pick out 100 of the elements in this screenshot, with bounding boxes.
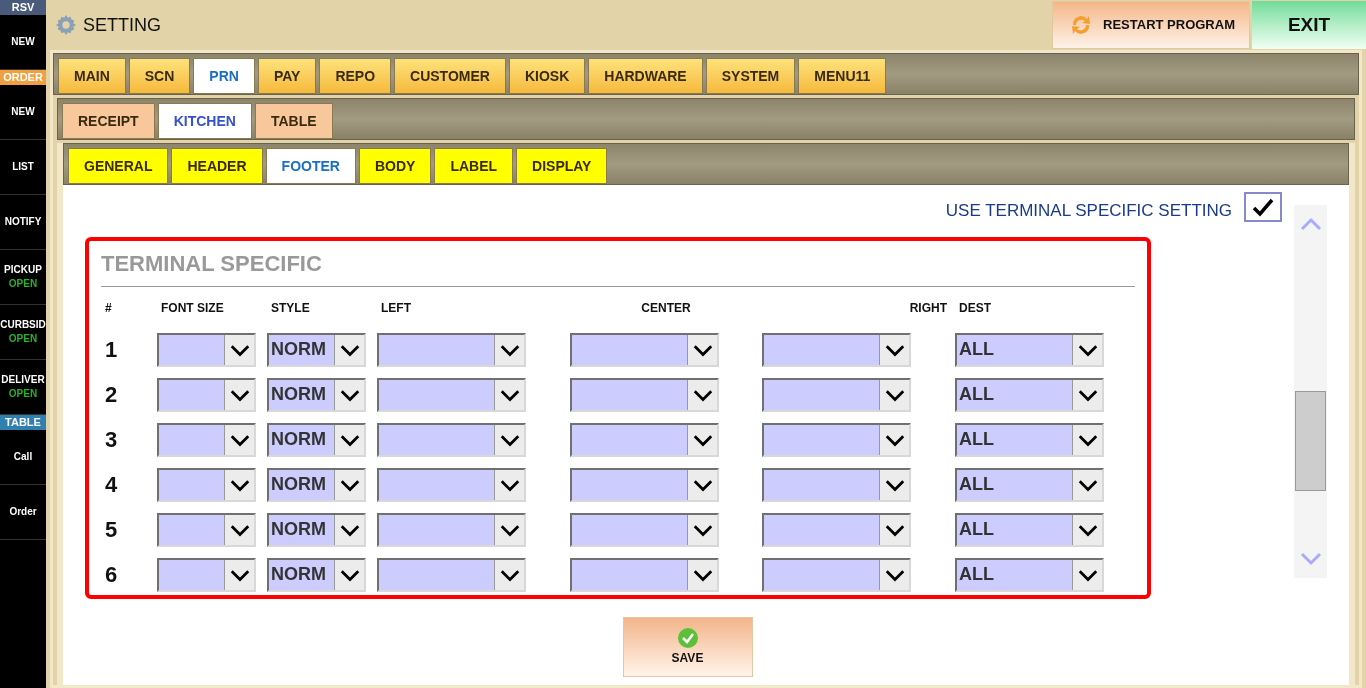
dropdown[interactable]: NORM — [267, 467, 366, 502]
dropdown[interactable] — [157, 332, 256, 367]
status-text: OPEN — [8, 332, 38, 346]
tab[interactable]: MAIN — [58, 58, 126, 94]
dropdown[interactable] — [157, 422, 256, 457]
dropdown[interactable] — [157, 467, 256, 502]
dropdown[interactable] — [570, 512, 719, 547]
save-button[interactable]: SAVE — [622, 617, 753, 677]
scrollbar-thumb[interactable] — [1295, 391, 1326, 491]
scroll-down-icon — [1299, 552, 1322, 566]
tab[interactable]: KIOSK — [508, 58, 586, 94]
status-text: OPEN — [8, 277, 38, 291]
dropdown-value: NORM — [271, 428, 326, 451]
dropdown[interactable] — [762, 422, 911, 457]
dropdown[interactable] — [570, 332, 719, 367]
dropdown[interactable] — [762, 377, 911, 412]
tab[interactable]: MENU11 — [798, 58, 887, 94]
exit-button[interactable]: EXIT — [1252, 1, 1366, 49]
dropdown-value: NORM — [271, 383, 326, 406]
dropdown-value: NORM — [271, 473, 326, 496]
dropdown[interactable]: ALL — [955, 467, 1104, 502]
dropdown[interactable]: ALL — [955, 422, 1104, 457]
checkbox[interactable] — [1244, 192, 1282, 222]
dropdown-value: ALL — [959, 563, 994, 586]
dropdown-value: ALL — [959, 473, 994, 496]
row-number: 2 — [104, 381, 119, 409]
dropdown[interactable] — [377, 422, 526, 457]
restart-program-button[interactable]: RESTART PROGRAM — [1052, 1, 1250, 49]
sidebar-section-label: ORDER — [0, 70, 46, 85]
dropdown[interactable]: NORM — [267, 332, 366, 367]
tab[interactable]: FOOTER — [265, 148, 356, 184]
dropdown-value: NORM — [271, 563, 326, 586]
dropdown[interactable]: NORM — [267, 557, 366, 592]
row-number: 3 — [104, 426, 119, 454]
dropdown[interactable] — [377, 377, 526, 412]
dropdown[interactable] — [762, 332, 911, 367]
tab[interactable]: HARDWARE — [588, 58, 703, 94]
status-text: OPEN — [8, 387, 38, 401]
gear-icon — [55, 14, 77, 36]
dropdown[interactable]: ALL — [955, 557, 1104, 592]
dropdown[interactable] — [377, 557, 526, 592]
tab[interactable]: SYSTEM — [705, 58, 796, 94]
column-header: LEFT — [381, 301, 411, 315]
tab[interactable]: KITCHEN — [157, 103, 252, 139]
column-header: STYLE — [271, 301, 310, 315]
tab[interactable]: GENERAL — [68, 148, 169, 184]
tab[interactable]: CUSTOMER — [394, 58, 506, 94]
dropdown[interactable] — [377, 332, 526, 367]
row-number: 4 — [104, 471, 119, 499]
tab[interactable]: REPO — [319, 58, 392, 94]
sidebar-section-label: TABLE — [0, 415, 46, 430]
dropdown[interactable]: NORM — [267, 512, 366, 547]
dropdown[interactable]: NORM — [267, 377, 366, 412]
dropdown-value: ALL — [959, 428, 994, 451]
column-header: CENTER — [641, 301, 691, 315]
dropdown[interactable]: ALL — [955, 332, 1104, 367]
scroll-up-icon — [1299, 217, 1322, 231]
column-header: # — [105, 301, 112, 315]
tab[interactable]: SCN — [128, 58, 191, 94]
dropdown[interactable] — [377, 467, 526, 502]
tab[interactable]: BODY — [358, 148, 432, 184]
dropdown[interactable] — [762, 512, 911, 547]
tab[interactable]: RECEIPT — [62, 103, 155, 139]
column-header: RIGHT — [909, 301, 947, 315]
dropdown[interactable] — [570, 422, 719, 457]
column-header: DEST — [959, 301, 991, 315]
dropdown[interactable]: NORM — [267, 422, 366, 457]
tab[interactable]: LABEL — [434, 148, 514, 184]
window-title: SETTING — [83, 13, 161, 37]
dropdown[interactable] — [157, 377, 256, 412]
tab[interactable]: PAY — [257, 58, 317, 94]
dropdown[interactable]: ALL — [955, 377, 1104, 412]
dropdown-value: ALL — [959, 518, 994, 541]
column-header: FONT SIZE — [161, 301, 224, 315]
dropdown[interactable] — [570, 557, 719, 592]
checkmark-icon — [1252, 197, 1274, 217]
tab[interactable]: TABLE — [254, 103, 333, 139]
dropdown[interactable] — [157, 512, 256, 547]
checkmark-icon — [676, 627, 699, 649]
dropdown-value: NORM — [271, 338, 326, 361]
dropdown[interactable] — [377, 512, 526, 547]
dropdown[interactable] — [570, 377, 719, 412]
row-number: 6 — [104, 561, 119, 589]
tab[interactable]: HEADER — [171, 148, 263, 184]
dropdown-value: ALL — [959, 383, 994, 406]
dropdown-value: NORM — [271, 518, 326, 541]
row-number: 1 — [104, 336, 119, 364]
dropdown-value: ALL — [959, 338, 994, 361]
tab[interactable]: PRN — [193, 58, 255, 94]
dropdown[interactable] — [157, 557, 256, 592]
scrollbar[interactable] — [1294, 205, 1327, 578]
dropdown[interactable] — [762, 557, 911, 592]
dropdown[interactable] — [570, 467, 719, 502]
dropdown[interactable]: ALL — [955, 512, 1104, 547]
dropdown[interactable] — [762, 467, 911, 502]
sidebar-section-label: RSV — [0, 0, 46, 15]
row-number: 5 — [104, 516, 119, 544]
panel-title: TERMINAL SPECIFIC — [101, 241, 1135, 287]
checkbox-label: USE TERMINAL SPECIFIC SETTING — [945, 200, 1232, 223]
tab[interactable]: DISPLAY — [516, 148, 608, 184]
